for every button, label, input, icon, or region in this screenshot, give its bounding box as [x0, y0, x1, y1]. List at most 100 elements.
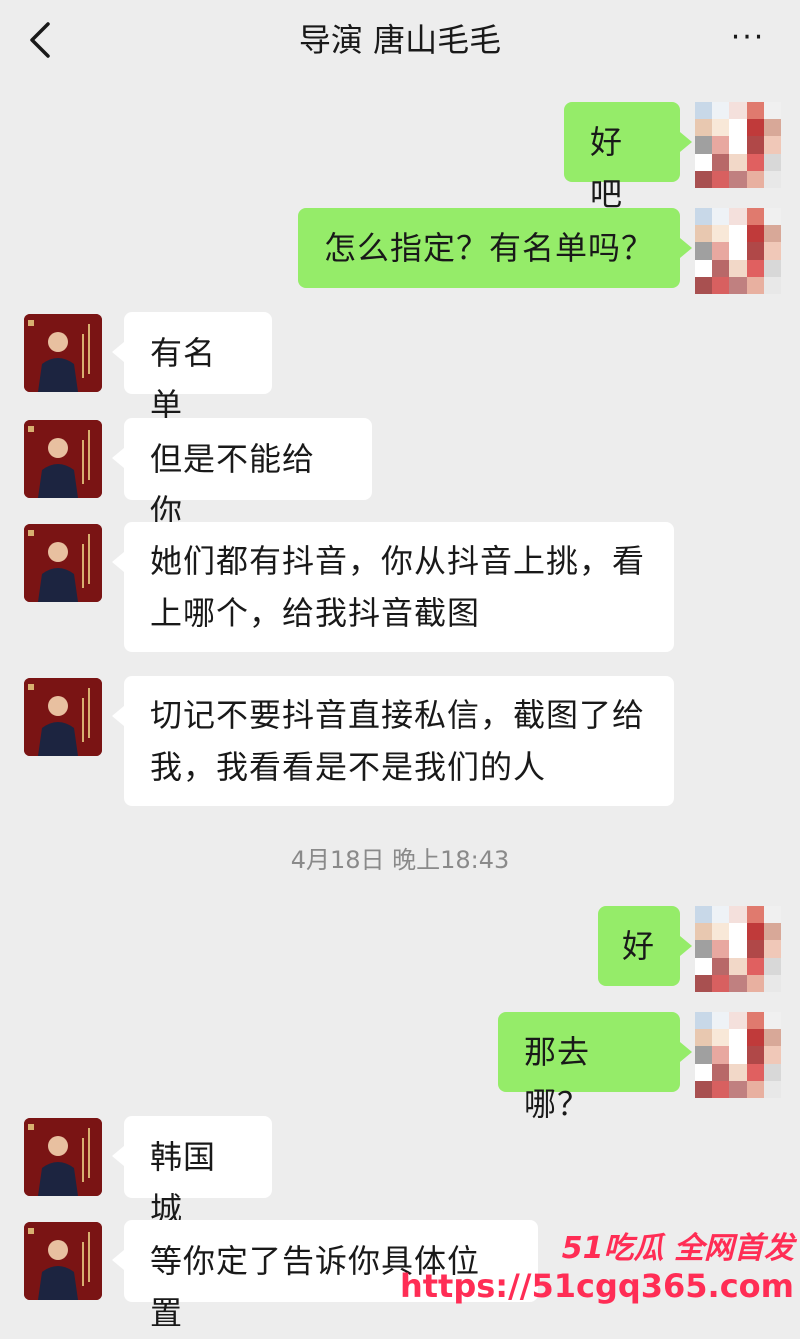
person-icon [24, 420, 102, 498]
message-timestamp: 4月18日 晚上18:43 [290, 846, 510, 874]
message-bubble-sent[interactable]: 那去哪？ [498, 1012, 680, 1123]
contact-avatar[interactable] [24, 1222, 102, 1300]
avatar-pixel [746, 259, 764, 277]
avatar-pixel [763, 923, 781, 941]
contact-avatar[interactable] [24, 678, 102, 756]
avatar-pixel [729, 119, 747, 137]
avatar-pixel [695, 940, 713, 958]
avatar-pixel [746, 170, 764, 188]
avatar-pixel [695, 974, 713, 992]
message-bubble-received[interactable]: 切记不要抖音直接私信，截图了给我，我看看是不是我们的人 [124, 676, 674, 806]
avatar-pixel [712, 259, 730, 277]
message-bubble-received[interactable]: 但是不能给你 [124, 418, 372, 530]
avatar-pixel [763, 1029, 781, 1047]
message-bubble-sent[interactable]: 怎么指定？有名单吗？ [298, 208, 680, 288]
my-avatar[interactable] [695, 102, 781, 188]
watermark: 51吃瓜 全网首发 https://51cgq365.com [400, 1215, 800, 1316]
message-bubble-sent[interactable]: 好 [598, 906, 680, 986]
avatar-pixel [695, 259, 713, 277]
bubble-tail [112, 448, 124, 468]
avatar-pixel [729, 957, 747, 975]
avatar-pixel [729, 259, 747, 277]
contact-avatar[interactable] [24, 1118, 102, 1196]
avatar-pixel [763, 1012, 781, 1030]
avatar-pixel [712, 923, 730, 941]
avatar-pixel [729, 225, 747, 243]
avatar-pixel [729, 102, 747, 120]
avatar-pixel [763, 940, 781, 958]
avatar-pixel [729, 1080, 747, 1098]
message-bubble-received[interactable]: 有名单 [124, 312, 272, 424]
avatar-pixel [729, 940, 747, 958]
avatar-pixel [712, 276, 730, 294]
bubble-tail [680, 1042, 692, 1062]
avatar-pixel [712, 1012, 730, 1030]
avatar-pixel [695, 225, 713, 243]
avatar-pixel [712, 153, 730, 171]
message-row: 切记不要抖音直接私信，截图了给我，我看看是不是我们的人 [0, 676, 800, 810]
contact-avatar[interactable] [24, 524, 102, 602]
more-options-button[interactable]: ··· [726, 20, 770, 60]
avatar-pixel [729, 923, 747, 941]
avatar-pixel [695, 923, 713, 941]
bubble-tail [680, 132, 692, 152]
my-avatar[interactable] [695, 906, 781, 992]
person-icon [24, 524, 102, 602]
avatar-pixel [746, 1029, 764, 1047]
avatar-pixel [712, 208, 730, 226]
avatar-pixel [746, 940, 764, 958]
my-avatar[interactable] [695, 208, 781, 294]
avatar-pixel [695, 1012, 713, 1030]
avatar-pixel [746, 1046, 764, 1064]
avatar-pixel [763, 1080, 781, 1098]
message-row: 韩国城 [0, 1116, 800, 1228]
avatar-pixel [712, 940, 730, 958]
avatar-pixel [746, 906, 764, 924]
avatar-pixel [746, 923, 764, 941]
avatar-pixel [763, 225, 781, 243]
bubble-tail [112, 706, 124, 726]
person-icon [24, 1222, 102, 1300]
avatar-pixel [746, 1063, 764, 1081]
avatar-pixel [695, 906, 713, 924]
contact-avatar[interactable] [24, 420, 102, 498]
avatar-pixel [746, 102, 764, 120]
person-icon [24, 1118, 102, 1196]
chat-title: 导演 唐山毛毛 [298, 21, 502, 59]
avatar-pixel [763, 242, 781, 260]
contact-avatar[interactable] [24, 314, 102, 392]
avatar-pixel [712, 102, 730, 120]
person-icon [24, 314, 102, 392]
avatar-pixel [763, 259, 781, 277]
avatar-pixel [695, 1046, 713, 1064]
avatar-pixel [712, 170, 730, 188]
message-bubble-received[interactable]: 她们都有抖音，你从抖音上挑，看上哪个，给我抖音截图 [124, 522, 674, 652]
bubble-tail [112, 1250, 124, 1270]
avatar-pixel [729, 136, 747, 154]
message-list: 好吧 怎么指定？有名单吗？ 有名单 但是不能给你 她们都有抖音，你从抖音上挑，看… [0, 88, 800, 1332]
my-avatar[interactable] [695, 1012, 781, 1098]
avatar-pixel [746, 1080, 764, 1098]
avatar-pixel [763, 974, 781, 992]
avatar-pixel [695, 957, 713, 975]
avatar-pixel [729, 170, 747, 188]
avatar-pixel [712, 1063, 730, 1081]
message-bubble-received[interactable]: 韩国城 [124, 1116, 272, 1228]
avatar-pixel [712, 906, 730, 924]
bubble-tail [112, 1146, 124, 1166]
avatar-pixel [712, 957, 730, 975]
avatar-pixel [763, 102, 781, 120]
avatar-pixel [746, 153, 764, 171]
avatar-pixel [763, 957, 781, 975]
avatar-pixel [712, 1046, 730, 1064]
avatar-pixel [695, 276, 713, 294]
avatar-pixel [729, 906, 747, 924]
avatar-pixel [712, 974, 730, 992]
avatar-pixel [729, 242, 747, 260]
avatar-pixel [746, 1012, 764, 1030]
avatar-pixel [712, 136, 730, 154]
avatar-pixel [729, 153, 747, 171]
chat-header: 导演 唐山毛毛 ··· [0, 0, 800, 88]
message-bubble-sent[interactable]: 好吧 [564, 102, 680, 213]
avatar-pixel [729, 208, 747, 226]
